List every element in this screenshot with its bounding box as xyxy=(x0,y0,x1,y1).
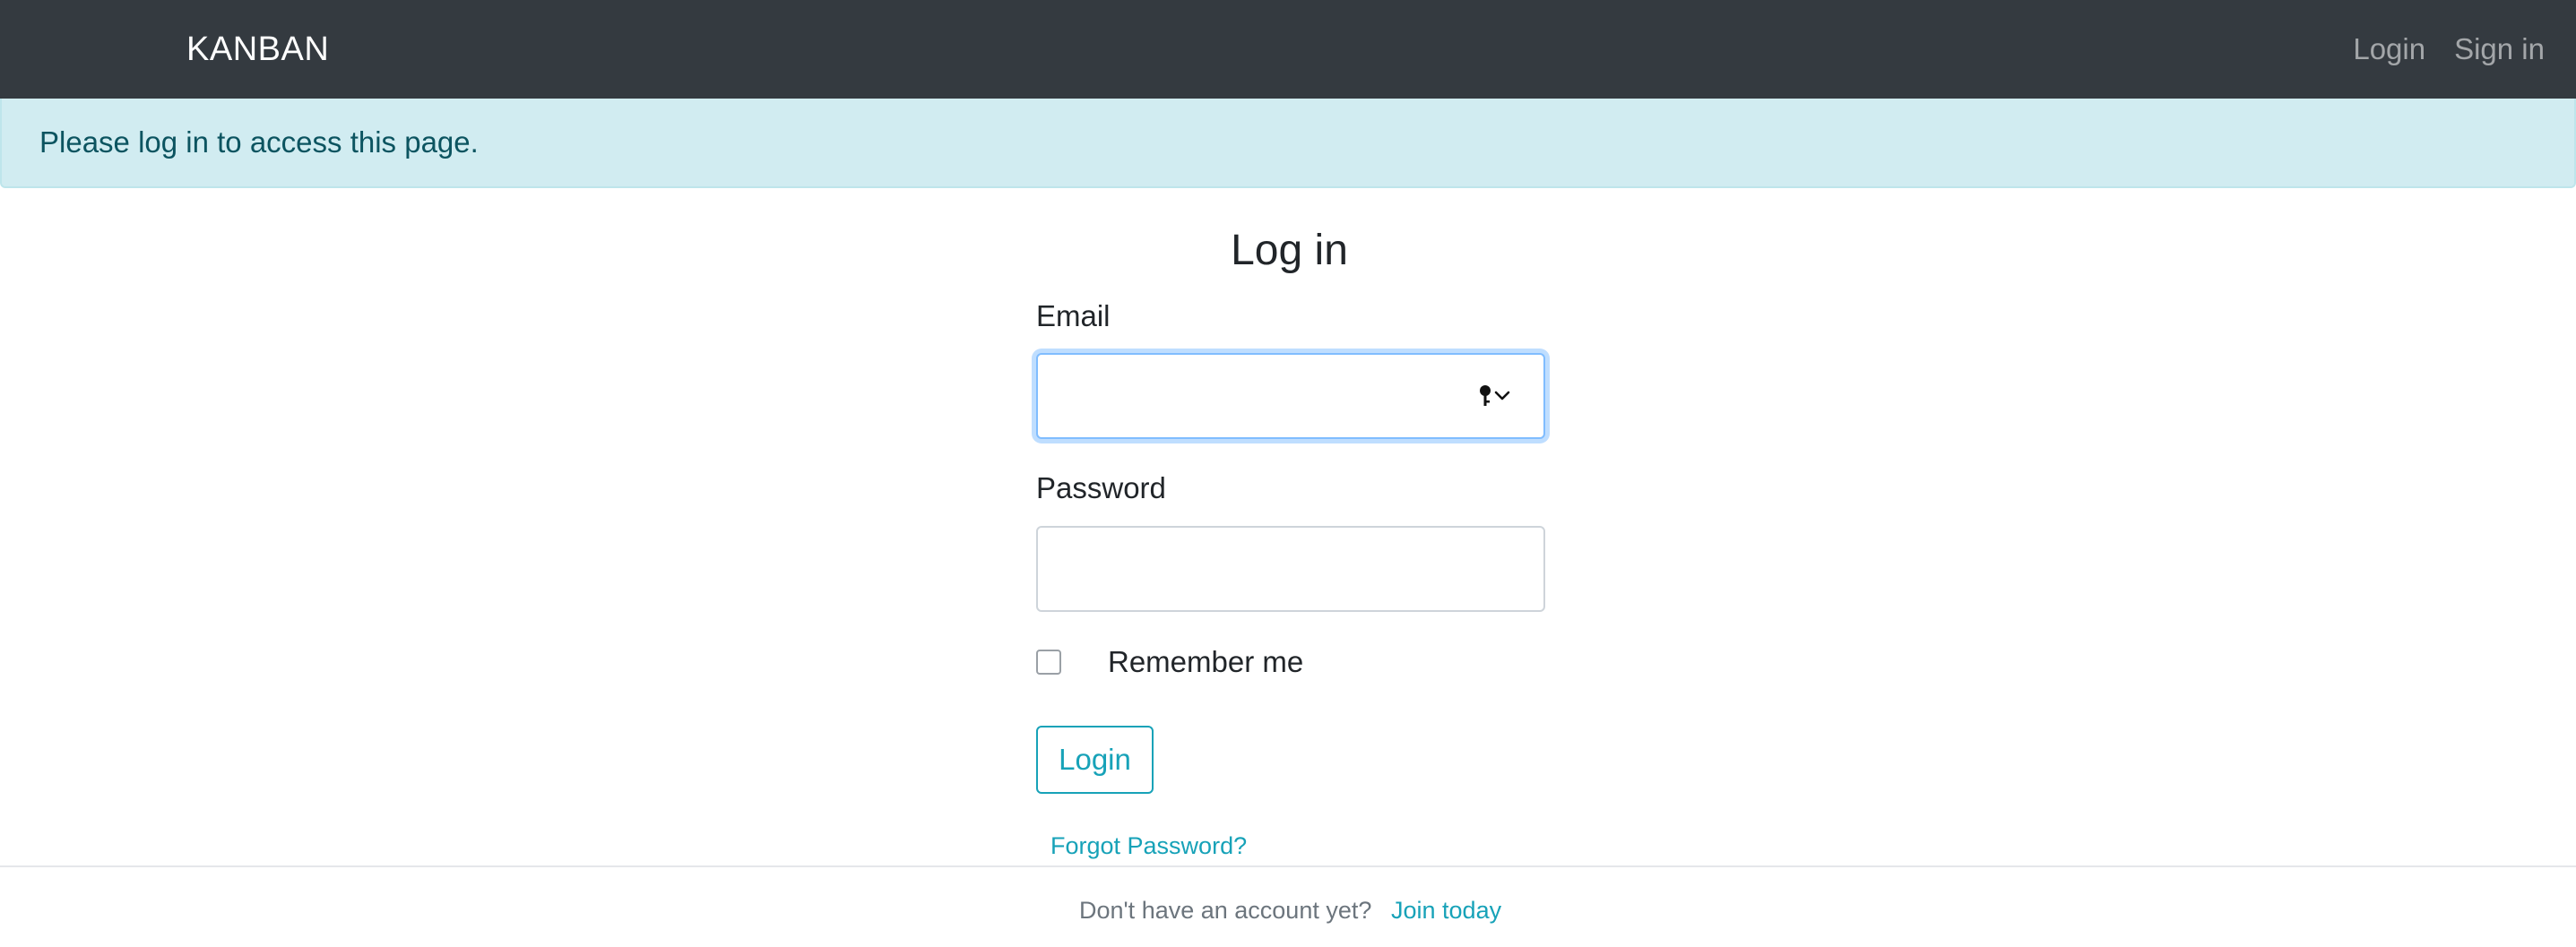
login-button[interactable]: Login xyxy=(1036,726,1154,794)
alert-message: Please log in to access this page. xyxy=(39,125,479,159)
password-field[interactable] xyxy=(1036,526,1545,612)
password-label: Password xyxy=(1036,471,1166,504)
key-icon xyxy=(1480,385,1491,406)
nav-signin-link[interactable]: Sign in xyxy=(2454,32,2545,66)
signup-prompt: Don't have an account yet? xyxy=(1079,897,1372,924)
email-field[interactable] xyxy=(1036,353,1545,439)
email-label: Email xyxy=(1036,299,1111,332)
remember-me-checkbox[interactable] xyxy=(1036,650,1061,675)
page-title: Log in xyxy=(1231,227,1348,274)
brand-logo[interactable]: KANBAN xyxy=(186,0,329,99)
top-navbar: KANBAN Login Sign in xyxy=(0,0,2576,99)
nav-links: Login Sign in xyxy=(2353,0,2545,99)
footer-divider xyxy=(0,865,2576,867)
chevron-down-icon xyxy=(1494,391,1510,400)
remember-me-label[interactable]: Remember me xyxy=(1108,645,1303,679)
password-manager-widget[interactable] xyxy=(1479,383,1515,409)
forgot-password-link[interactable]: Forgot Password? xyxy=(1050,832,1247,860)
login-required-alert: Please log in to access this page. xyxy=(0,99,2576,188)
join-today-link[interactable]: Join today xyxy=(1391,897,1501,925)
nav-login-link[interactable]: Login xyxy=(2353,32,2425,66)
